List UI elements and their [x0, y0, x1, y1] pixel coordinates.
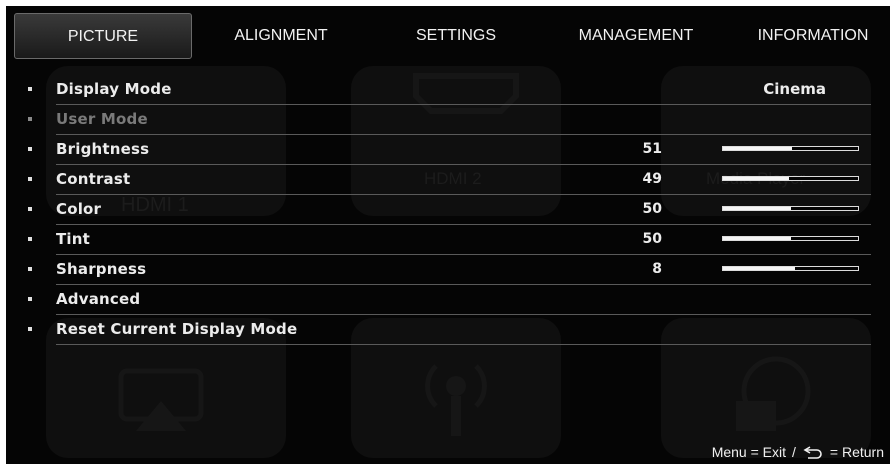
bullet-icon [28, 297, 32, 301]
row-user-mode: User Mode [28, 105, 871, 135]
tint-slider[interactable] [722, 236, 859, 241]
row-label: Reset Current Display Mode [56, 320, 298, 338]
display-mode-value: Cinema [763, 80, 826, 98]
row-label: Contrast [56, 170, 131, 188]
row-sharpness[interactable]: Sharpness 8 [28, 255, 871, 285]
tab-picture[interactable]: PICTURE [14, 13, 192, 59]
airplay-icon [118, 368, 204, 431]
return-hint: = Return [829, 444, 884, 460]
row-label: Sharpness [56, 260, 147, 278]
tint-value: 50 [642, 231, 662, 247]
row-contrast[interactable]: Contrast 49 [28, 165, 871, 195]
row-label: Advanced [56, 290, 141, 308]
contrast-value: 49 [642, 171, 662, 187]
sharpness-value: 8 [652, 261, 662, 277]
sharpness-slider[interactable] [722, 266, 859, 271]
network-icon [736, 356, 811, 431]
bullet-icon [28, 117, 32, 121]
color-value: 50 [642, 201, 662, 217]
bullet-icon [28, 267, 32, 271]
tab-management[interactable]: MANAGEMENT [561, 13, 711, 59]
row-label: Tint [56, 230, 91, 248]
brightness-slider[interactable] [722, 146, 859, 151]
picture-menu-list: Display Mode Cinema User Mode Brightness… [6, 75, 890, 345]
tab-bar: PICTURE ALIGNMENT SETTINGS MANAGEMENT IN… [6, 6, 890, 64]
row-label: User Mode [56, 110, 148, 128]
row-display-mode[interactable]: Display Mode Cinema [28, 75, 871, 105]
wireless-icon [425, 364, 487, 436]
tab-alignment[interactable]: ALIGNMENT [211, 13, 351, 59]
tab-information[interactable]: INFORMATION [738, 13, 888, 59]
row-reset-display-mode[interactable]: Reset Current Display Mode [28, 315, 871, 345]
slider-fill [723, 177, 790, 180]
color-slider[interactable] [722, 206, 859, 211]
bullet-icon [28, 207, 32, 211]
row-label: Display Mode [56, 80, 172, 98]
slider-fill [723, 207, 791, 210]
separator: / [792, 444, 796, 460]
return-arrow-icon [803, 446, 822, 459]
bullet-icon [28, 327, 32, 331]
bullet-icon [28, 177, 32, 181]
slider-fill [723, 267, 795, 270]
slider-fill [723, 147, 792, 150]
row-label: Brightness [56, 140, 150, 158]
osd-menu: HDMI 1 HDMI 2 Media Player PICTURE ALIGN… [6, 6, 890, 464]
tab-settings[interactable]: SETTINGS [396, 13, 516, 59]
row-tint[interactable]: Tint 50 [28, 225, 871, 255]
contrast-slider[interactable] [722, 176, 859, 181]
brightness-value: 51 [642, 141, 662, 157]
row-brightness[interactable]: Brightness 51 [28, 135, 871, 165]
row-label: Color [56, 200, 102, 218]
bullet-icon [28, 237, 32, 241]
row-advanced[interactable]: Advanced [28, 285, 871, 315]
row-color[interactable]: Color 50 [28, 195, 871, 225]
footer-hint: Menu = Exit / = Return [712, 444, 884, 460]
slider-fill [723, 237, 791, 240]
bullet-icon [28, 147, 32, 151]
menu-exit-hint: Menu = Exit [711, 444, 787, 460]
bullet-icon [28, 87, 32, 91]
